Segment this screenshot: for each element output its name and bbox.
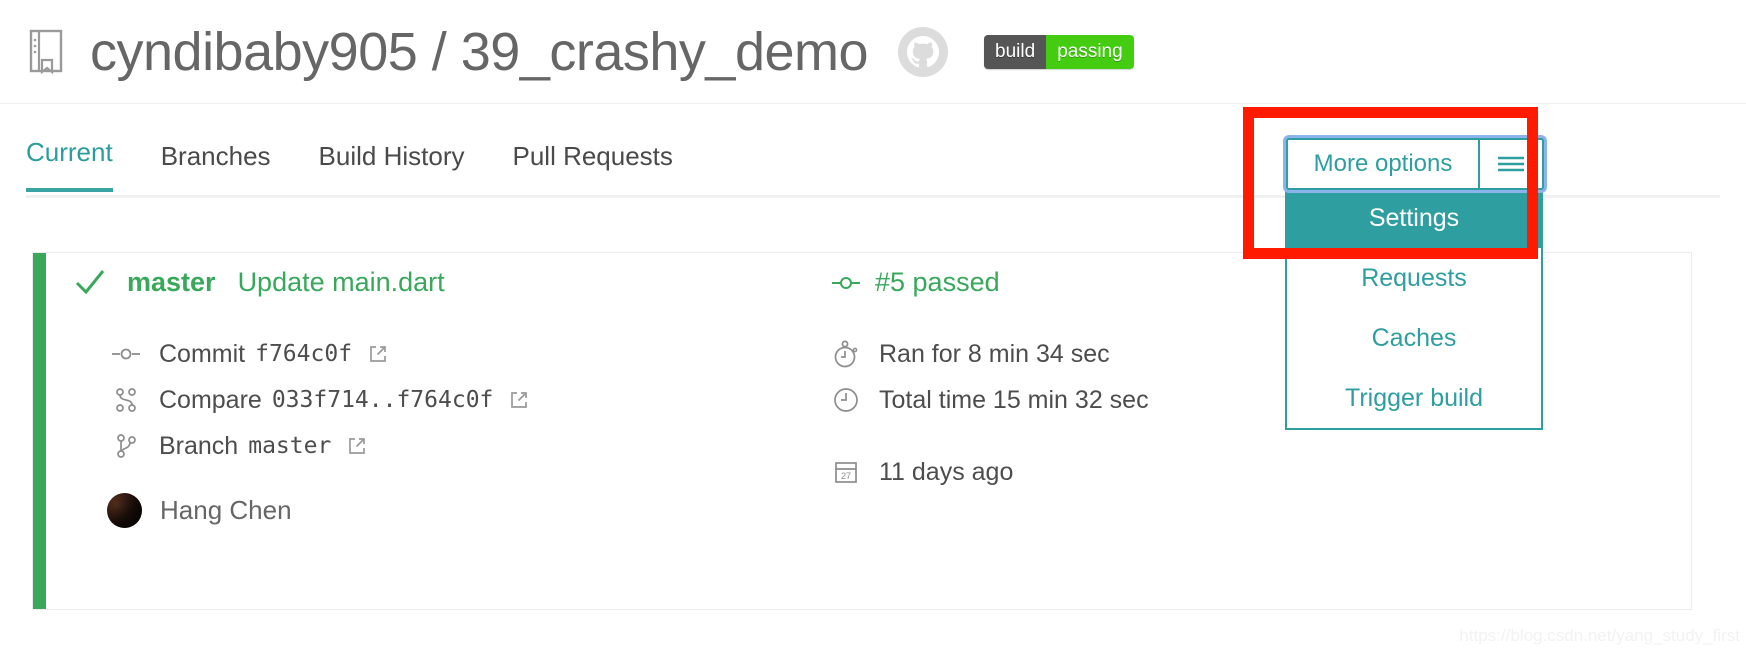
detail-total-time-label: Total time 15 min 32 sec bbox=[879, 385, 1149, 414]
clock-icon bbox=[831, 386, 861, 414]
build-detail-list-left: Commit f764c0f Compare 033f714..f764c0f … bbox=[111, 331, 529, 469]
more-options-label[interactable]: More options bbox=[1288, 140, 1478, 188]
menu-item-caches[interactable]: Caches bbox=[1287, 308, 1541, 368]
tab-current[interactable]: Current bbox=[26, 137, 113, 192]
hamburger-icon[interactable] bbox=[1478, 140, 1542, 188]
build-commit-message[interactable]: Update main.dart bbox=[238, 267, 445, 298]
page-title: cyndibaby905 / 39_crashy_demo bbox=[90, 21, 869, 82]
detail-relative-date-label: 11 days ago bbox=[879, 457, 1014, 486]
detail-compare-label: Compare bbox=[159, 385, 262, 414]
author-name: Hang Chen bbox=[160, 495, 292, 525]
menu-item-settings[interactable]: Settings bbox=[1287, 188, 1541, 248]
more-options-dropdown: More options Settings Requests Caches Tr… bbox=[1285, 138, 1544, 430]
page-header: cyndibaby905 / 39_crashy_demo build pass… bbox=[0, 0, 1746, 104]
menu-item-trigger-build[interactable]: Trigger build bbox=[1287, 368, 1541, 428]
watermark: https://blog.csdn.net/yang_study_first bbox=[1459, 626, 1740, 645]
status-stripe bbox=[33, 253, 46, 609]
build-branch-name[interactable]: master bbox=[127, 267, 216, 298]
svg-text:27: 27 bbox=[841, 471, 851, 481]
external-link-icon[interactable] bbox=[509, 390, 529, 410]
detail-relative-date: 27 11 days ago bbox=[831, 449, 1149, 495]
tab-list: Current Branches Build History Pull Requ… bbox=[26, 137, 721, 192]
external-link-icon[interactable] bbox=[347, 436, 367, 456]
stopwatch-icon bbox=[831, 339, 861, 369]
detail-ran-for-label: Ran for 8 min 34 sec bbox=[879, 339, 1110, 368]
more-options-button[interactable]: More options bbox=[1286, 138, 1544, 190]
detail-spacer bbox=[831, 423, 1149, 449]
detail-compare-value: 033f714..f764c0f bbox=[271, 387, 494, 413]
detail-total-time: Total time 15 min 32 sec bbox=[831, 377, 1149, 423]
tab-build-history[interactable]: Build History bbox=[319, 141, 465, 192]
detail-branch[interactable]: Branch master bbox=[111, 423, 529, 469]
detail-compare[interactable]: Compare 033f714..f764c0f bbox=[111, 377, 529, 423]
badge-right-label: passing bbox=[1046, 34, 1134, 69]
menu-item-requests[interactable]: Requests bbox=[1287, 248, 1541, 308]
tab-branches[interactable]: Branches bbox=[161, 141, 271, 192]
build-detail-list-right: Ran for 8 min 34 sec Total time 15 min 3… bbox=[831, 331, 1149, 495]
commit-node-icon bbox=[111, 346, 141, 362]
detail-commit-label: Commit bbox=[159, 339, 246, 368]
commit-node-icon bbox=[831, 275, 861, 291]
compare-icon bbox=[111, 387, 141, 413]
detail-ran-for: Ran for 8 min 34 sec bbox=[831, 331, 1149, 377]
check-icon bbox=[73, 265, 107, 299]
build-status-badge: build passing bbox=[984, 34, 1134, 69]
build-author[interactable]: Hang Chen bbox=[107, 493, 292, 528]
badge-left-label: build bbox=[984, 34, 1047, 69]
build-number[interactable]: #5 passed bbox=[831, 267, 1000, 298]
more-options-menu: Settings Requests Caches Trigger build bbox=[1285, 188, 1543, 430]
tab-pull-requests[interactable]: Pull Requests bbox=[512, 141, 672, 192]
detail-commit[interactable]: Commit f764c0f bbox=[111, 331, 529, 377]
book-icon bbox=[26, 28, 68, 76]
detail-commit-value: f764c0f bbox=[255, 341, 353, 367]
external-link-icon[interactable] bbox=[368, 344, 388, 364]
detail-branch-label: Branch bbox=[159, 431, 239, 460]
github-icon bbox=[898, 26, 949, 77]
build-headline: master Update main.dart bbox=[73, 265, 445, 299]
avatar bbox=[107, 493, 142, 528]
build-number-label: #5 passed bbox=[875, 267, 1000, 297]
detail-branch-value: master bbox=[248, 433, 332, 459]
calendar-icon: 27 bbox=[831, 458, 861, 486]
branch-icon bbox=[111, 433, 141, 459]
